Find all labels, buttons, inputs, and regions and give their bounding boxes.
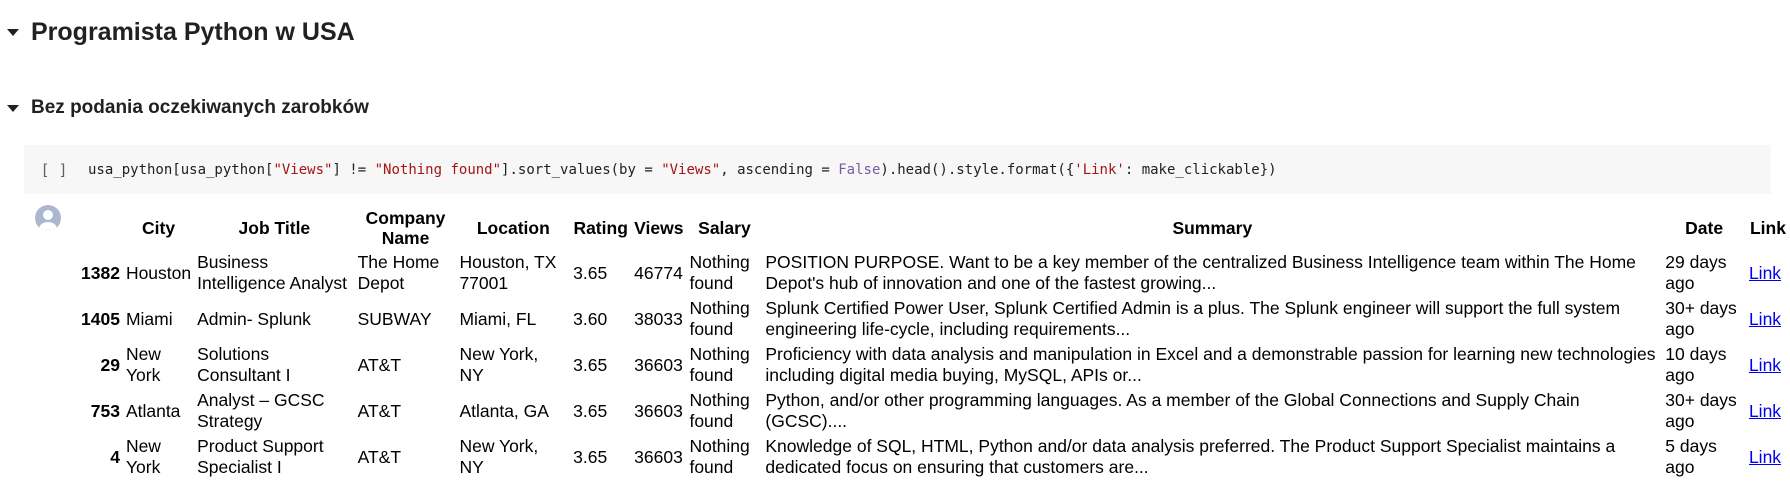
row-index: 1405	[81, 309, 120, 329]
cell-job-title: Business Intelligence Analyst	[197, 252, 347, 293]
cell-job-title: Analyst – GCSC Strategy	[197, 390, 325, 431]
cell-company: The Home Depot	[357, 252, 440, 293]
column-header: Views	[634, 218, 684, 238]
row-index: 29	[100, 355, 120, 375]
cell-company: AT&T	[357, 354, 402, 375]
cell-location: Miami, FL	[459, 308, 537, 329]
page-title: Programista Python w USA	[31, 18, 355, 46]
cell-date: 5 days ago	[1665, 436, 1717, 477]
cell-salary: Nothing found	[689, 390, 750, 431]
cell-salary: Nothing found	[689, 344, 750, 385]
column-header: Summary	[1172, 218, 1253, 238]
code-token: ].sort_values(by =	[501, 161, 662, 178]
code-string: "Views"	[273, 161, 333, 178]
table-row: 4 New York Product Support Specialist I …	[78, 434, 1790, 480]
cell-date: 29 days ago	[1665, 252, 1727, 293]
table-header-row: City Job Title Company Name Location Rat…	[78, 206, 1790, 250]
job-link[interactable]: Link	[1749, 263, 1781, 283]
cell-date: 30+ days ago	[1665, 298, 1737, 339]
cell-city: New York	[125, 436, 161, 477]
column-header: Location	[476, 218, 550, 238]
code-cell[interactable]: [ ] usa_python[usa_python["Views"] != "N…	[24, 145, 1771, 194]
cell-company: SUBWAY	[357, 308, 432, 329]
cell-company: AT&T	[357, 446, 402, 467]
user-avatar-icon	[35, 205, 61, 231]
section-subtitle: Bez podania oczekiwanych zarobków	[31, 97, 369, 118]
code-keyword: False	[838, 161, 881, 178]
cell-views: 36603	[634, 446, 683, 467]
cell-rating: 3.60	[573, 308, 608, 329]
cell-date: 30+ days ago	[1665, 390, 1737, 431]
collapse-caret-icon[interactable]	[7, 104, 19, 112]
cell-company: AT&T	[357, 400, 402, 421]
cell-views: 36603	[634, 354, 683, 375]
code-string: "Nothing found"	[374, 161, 502, 178]
code-editor[interactable]: usa_python[usa_python["Views"] != "Nothi…	[84, 162, 1277, 178]
cell-location: Atlanta, GA	[459, 400, 549, 421]
table-row: 753 Atlanta Analyst – GCSC Strategy AT&T…	[78, 388, 1790, 434]
cell-city: New York	[125, 344, 161, 385]
column-header: Job Title	[238, 218, 311, 238]
cell-location: New York, NY	[459, 344, 539, 385]
cell-views: 46774	[634, 262, 683, 283]
cell-views: 36603	[634, 400, 683, 421]
cell-salary: Nothing found	[689, 298, 750, 339]
job-link[interactable]: Link	[1749, 447, 1781, 467]
section-heading-1: Programista Python w USA	[0, 18, 355, 47]
cell-job-title: Product Support Specialist I	[197, 436, 324, 477]
code-token: usa_python[usa_python[	[88, 161, 274, 178]
job-link[interactable]: Link	[1749, 309, 1781, 329]
index-header	[78, 206, 123, 250]
cell-location: Houston, TX 77001	[459, 252, 557, 293]
row-index: 753	[90, 401, 120, 421]
section-heading-2: Bez podania oczekiwanych zarobków	[0, 97, 369, 119]
job-link[interactable]: Link	[1749, 355, 1781, 375]
cell-rating: 3.65	[573, 446, 608, 467]
code-token: ] !=	[332, 161, 375, 178]
cell-rating: 3.65	[573, 262, 608, 283]
code-string: "Views"	[661, 161, 721, 178]
cell-summary: Knowledge of SQL, HTML, Python and/or da…	[765, 436, 1616, 477]
column-header: Link	[1749, 218, 1786, 238]
cell-summary: POSITION PURPOSE. Want to be a key membe…	[765, 252, 1636, 293]
job-link[interactable]: Link	[1749, 401, 1781, 421]
cell-job-title: Admin- Splunk	[197, 308, 311, 329]
cell-location: New York, NY	[459, 436, 539, 477]
cell-rating: 3.65	[573, 354, 608, 375]
dataframe-output: City Job Title Company Name Location Rat…	[78, 206, 1790, 480]
cell-summary: Python, and/or other programming languag…	[765, 390, 1580, 431]
column-header: City	[142, 218, 176, 238]
table-row: 1405 Miami Admin- Splunk SUBWAY Miami, F…	[78, 296, 1790, 342]
code-token: ).head().style.format({	[880, 161, 1075, 178]
cell-rating: 3.65	[573, 400, 608, 421]
cell-job-title: Solutions Consultant I	[197, 344, 291, 385]
collapse-caret-icon[interactable]	[7, 29, 19, 36]
column-header: Salary	[698, 218, 751, 238]
cell-city: Atlanta	[125, 400, 181, 421]
code-string: 'Link'	[1074, 161, 1125, 178]
code-token: : make_clickable})	[1124, 161, 1277, 178]
cell-salary: Nothing found	[689, 252, 750, 293]
cell-date: 10 days ago	[1665, 344, 1727, 385]
cell-summary: Proficiency with data analysis and manip…	[765, 344, 1656, 385]
run-cell-button[interactable]: [ ]	[24, 161, 84, 179]
row-index: 1382	[81, 263, 120, 283]
cell-views: 38033	[634, 308, 683, 329]
cell-salary: Nothing found	[689, 436, 750, 477]
code-token: , ascending =	[720, 161, 839, 178]
column-header: Company Name	[365, 208, 446, 248]
cell-city: Houston	[125, 262, 192, 283]
cell-summary: Splunk Certified Power User, Splunk Cert…	[765, 298, 1621, 339]
row-index: 4	[110, 447, 120, 467]
table-row: 1382 Houston Business Intelligence Analy…	[78, 250, 1790, 296]
cell-city: Miami	[125, 308, 173, 329]
table-row: 29 New York Solutions Consultant I AT&T …	[78, 342, 1790, 388]
column-header: Rating	[573, 218, 628, 238]
column-header: Date	[1685, 218, 1724, 238]
